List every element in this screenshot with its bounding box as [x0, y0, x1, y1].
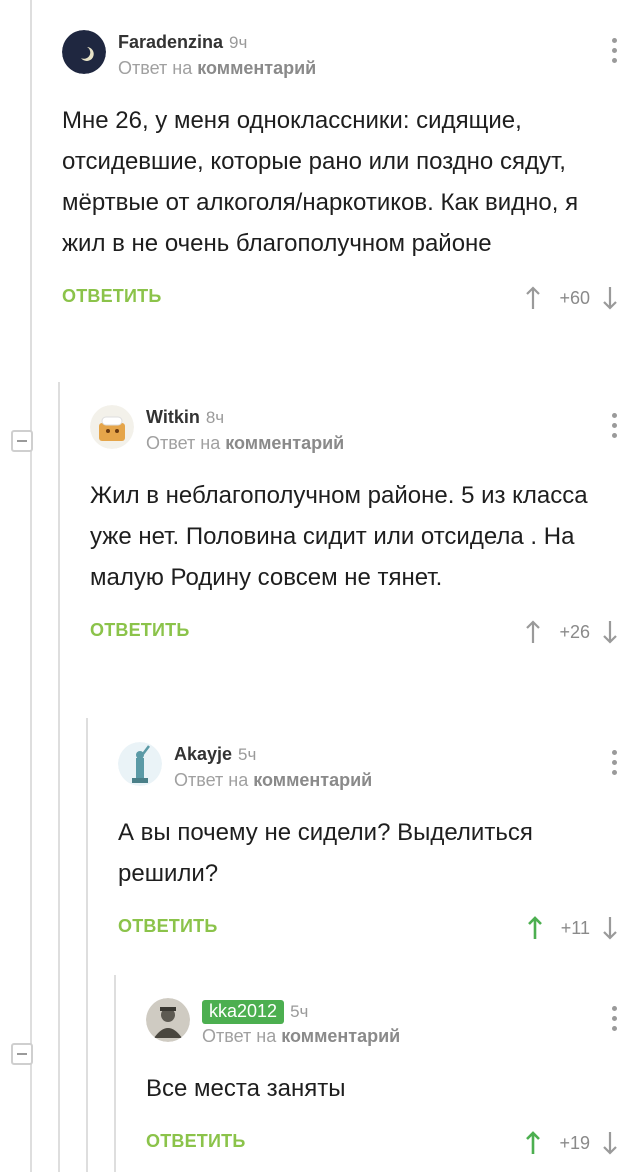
avatar[interactable]: [146, 998, 190, 1042]
downvote-icon[interactable]: [602, 619, 618, 645]
rating-score: +60: [559, 287, 590, 308]
downvote-icon[interactable]: [602, 1130, 618, 1156]
reply-button[interactable]: ОТВЕТИТЬ: [90, 620, 189, 641]
comment-text: Жил в неблагополучном районе. 5 из класс…: [90, 482, 588, 591]
reply-button[interactable]: ОТВЕТИТЬ: [118, 916, 217, 937]
parent-comment-link[interactable]: комментарий: [197, 58, 316, 78]
more-options-icon[interactable]: [610, 38, 618, 68]
upvote-icon[interactable]: [525, 1130, 541, 1156]
more-options-icon[interactable]: [610, 413, 618, 443]
upvote-icon[interactable]: [525, 285, 541, 311]
comment: Witkin 8ч Ответ на комментарий Жил в небл…: [90, 405, 640, 652]
rating-score: +19: [559, 1132, 590, 1153]
more-options-icon[interactable]: [610, 750, 618, 780]
upvote-icon[interactable]: [525, 619, 541, 645]
downvote-icon[interactable]: [602, 915, 618, 941]
comment: Faradenzina 9ч Ответ на комментарий Мне 2…: [62, 30, 640, 318]
comment-text: А вы почему не сидели? Выделиться решили…: [118, 819, 533, 887]
thread-line: [30, 0, 32, 1172]
reply-button[interactable]: ОТВЕТИТЬ: [62, 286, 161, 307]
rating-score: +26: [559, 621, 590, 642]
thread-line: [58, 382, 60, 1172]
rating-score: +11: [560, 917, 590, 938]
upvote-icon[interactable]: [527, 915, 543, 941]
comment-time: 8ч: [205, 408, 225, 427]
reply-to: Ответ на комментарий: [202, 1026, 401, 1046]
parent-comment-link[interactable]: комментарий: [253, 770, 372, 790]
comment-text: Все места заняты: [146, 1075, 346, 1102]
avatar[interactable]: [62, 30, 106, 74]
reply-button[interactable]: ОТВЕТИТЬ: [146, 1131, 245, 1152]
avatar[interactable]: [118, 742, 162, 786]
minus-icon: [17, 1053, 27, 1055]
thread-line: [114, 975, 116, 1172]
more-options-icon[interactable]: [610, 1006, 618, 1036]
reply-to: Ответ на комментарий: [146, 433, 345, 453]
comment: Akayje 5ч Ответ на комментарий А вы почем…: [118, 742, 640, 948]
author-name[interactable]: Akayje: [174, 744, 232, 764]
reply-to: Ответ на комментарий: [118, 58, 317, 78]
comment: kka2012 5ч Ответ на комментарий Все места…: [146, 998, 640, 1163]
comment-time: 5ч: [238, 745, 257, 764]
comment-text: Мне 26, у меня одноклассники: сидящие, о…: [62, 107, 579, 257]
minus-icon: [17, 440, 27, 442]
comment-time: 9ч: [229, 33, 248, 52]
thread-line: [86, 718, 88, 1172]
parent-comment-link[interactable]: комментарий: [225, 433, 344, 453]
author-name[interactable]: Faradenzina: [118, 32, 223, 52]
reply-to: Ответ на комментарий: [174, 770, 373, 790]
collapse-thread-button[interactable]: [11, 430, 33, 452]
comment-time: 5ч: [290, 1002, 309, 1021]
author-name[interactable]: Witkin: [146, 407, 200, 427]
downvote-icon[interactable]: [602, 285, 618, 311]
collapse-thread-button[interactable]: [11, 1043, 33, 1065]
avatar[interactable]: [90, 405, 134, 449]
author-name[interactable]: kka2012: [202, 1000, 285, 1024]
parent-comment-link[interactable]: комментарий: [281, 1026, 400, 1046]
